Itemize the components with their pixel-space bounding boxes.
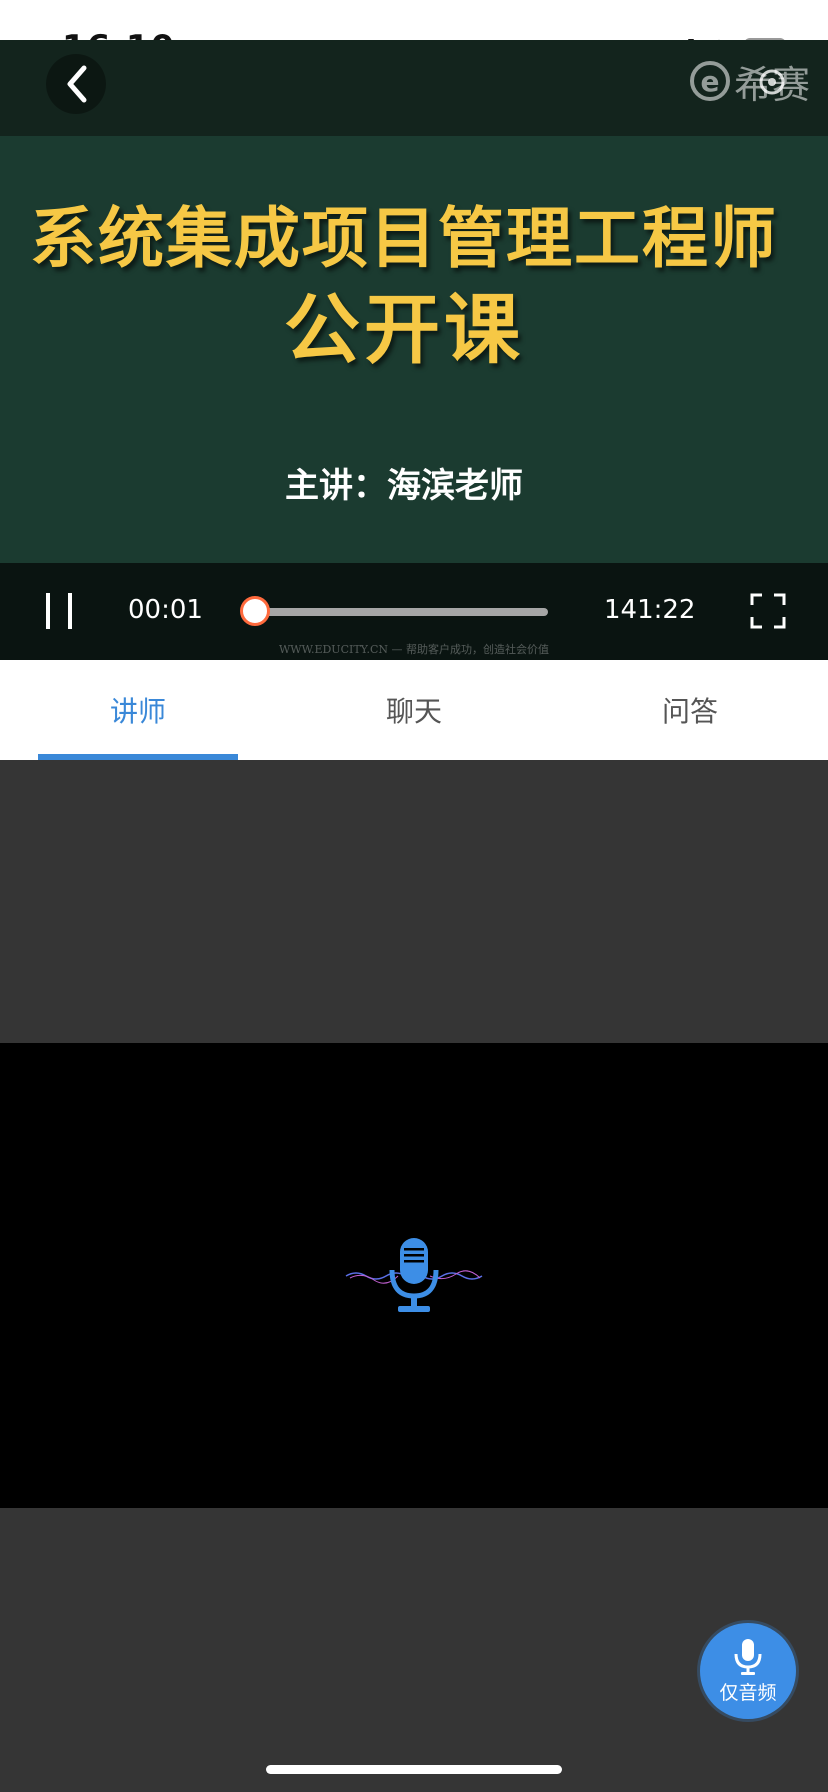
tab-lecturer[interactable]: 讲师 <box>0 660 276 760</box>
video-player[interactable]: e 希赛 系统集成项目管理工程师 公开课 主讲：海滨老师 00:01 141:2… <box>0 40 828 660</box>
brand-e-icon: e <box>689 61 730 101</box>
progress-bar[interactable] <box>256 608 548 616</box>
settings-gear-icon[interactable] <box>754 64 790 100</box>
slide-subtitle: 公开课 <box>284 285 524 374</box>
lecturer-audio-panel <box>0 1043 828 1508</box>
microphone-icon <box>345 1238 483 1312</box>
player-controls: 00:01 141:22 WWW.EDUCITY.CN — 帮助客户成功，创造社… <box>0 563 828 660</box>
active-tab-indicator <box>38 754 238 760</box>
fullscreen-icon[interactable] <box>750 593 786 629</box>
pause-icon-bar-right <box>68 593 72 629</box>
chevron-left-icon <box>67 65 87 103</box>
slide-presenter: 主讲：海滨老师 <box>285 466 523 506</box>
tab-qa[interactable]: 问答 <box>552 660 828 760</box>
brand-logo: e 希赛 <box>689 56 810 107</box>
watermark: WWW.EDUCITY.CN — 帮助客户成功，创造社会价值 <box>278 643 550 656</box>
total-time: 141:22 <box>604 595 696 625</box>
current-time: 00:01 <box>128 595 203 625</box>
audio-only-label: 仅音频 <box>719 1681 777 1704</box>
tab-chat[interactable]: 聊天 <box>276 660 552 760</box>
microphone-icon <box>734 1638 762 1675</box>
back-button[interactable] <box>46 54 106 114</box>
home-indicator <box>266 1765 562 1774</box>
pause-icon-bar-left <box>46 593 50 629</box>
status-bar: 16:10 <box>0 0 828 68</box>
tab-bar: 讲师 聊天 问答 <box>0 660 828 760</box>
pause-button[interactable] <box>44 593 74 629</box>
slide-title: 系统集成项目管理工程师 <box>30 200 778 277</box>
audio-only-button[interactable]: 仅音频 <box>700 1623 796 1719</box>
progress-thumb[interactable] <box>240 596 270 626</box>
